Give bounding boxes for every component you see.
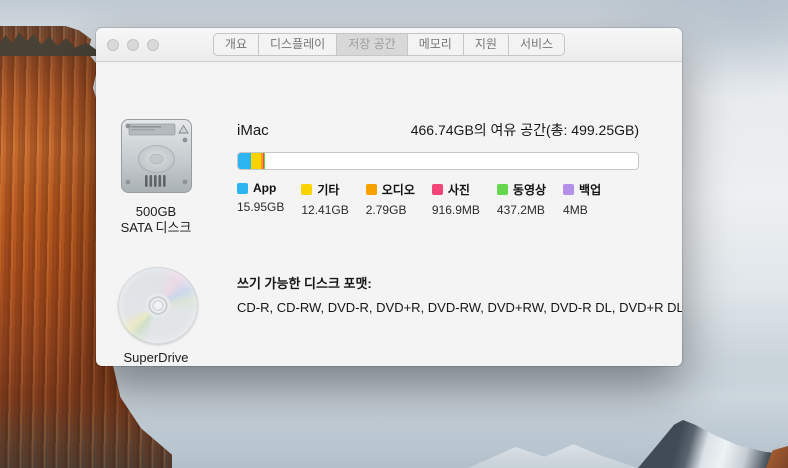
legend-value: 12.41GB (301, 203, 348, 217)
tab-0[interactable]: 개요 (214, 34, 259, 55)
superdrive-label: SuperDrive (96, 350, 216, 365)
disk-name: iMac (237, 122, 269, 139)
legend-swatch (301, 184, 312, 195)
legend-value: 2.79GB (366, 203, 415, 217)
optical-disc-icon (118, 267, 198, 344)
tab-2[interactable]: 저장 공간 (337, 34, 408, 55)
legend-swatch (366, 184, 377, 195)
legend-label: 기타 (317, 181, 339, 198)
disk-label: 500GB SATA 디스크 (96, 204, 216, 236)
storage-panel: 500GB SATA 디스크 SuperDrive iMac 466.74GB의… (96, 62, 682, 365)
tab-bar: 개요디스플레이저장 공간메모리지원서비스 (213, 33, 565, 56)
legend-item-동영상: 동영상 437.2MB (497, 181, 546, 217)
legend-value: 437.2MB (497, 203, 546, 217)
legend-swatch (497, 184, 508, 195)
storage-legend: App 15.95GB 기타 12.41GB 오디오 2.79GB 사진 916.9MB 동영상… (237, 181, 618, 217)
formats-list: CD-R, CD-RW, DVD-R, DVD+R, DVD-RW, DVD+R… (237, 300, 682, 315)
disk-details-column: iMac 466.74GB의 여유 공간(총: 499.25GB) App 15.… (237, 62, 639, 365)
legend-label: App (253, 181, 276, 195)
tab-1[interactable]: 디스플레이 (259, 34, 337, 55)
legend-label: 사진 (448, 181, 470, 198)
legend-swatch (432, 184, 443, 195)
legend-item-기타: 기타 12.41GB (301, 181, 348, 217)
legend-item-백업: 백업 4MB (563, 181, 601, 217)
about-this-mac-window: 개요디스플레이저장 공간메모리지원서비스 (96, 28, 682, 366)
tab-5[interactable]: 서비스 (509, 34, 564, 55)
disk-size-label: 500GB (96, 204, 216, 220)
zoom-button[interactable] (147, 39, 159, 51)
devices-column: 500GB SATA 디스크 SuperDrive (96, 62, 216, 365)
formats-heading: 쓰기 가능한 디스크 포맷: (237, 273, 372, 292)
free-space-text: 466.74GB의 여유 공간(총: 499.25GB) (411, 120, 639, 140)
usage-bar (237, 152, 639, 170)
legend-item-App: App 15.95GB (237, 181, 284, 217)
hard-drive-icon (120, 118, 193, 194)
legend-label: 동영상 (513, 181, 546, 198)
disk-summary-row: iMac 466.74GB의 여유 공간(총: 499.25GB) (237, 120, 639, 140)
legend-swatch (563, 184, 574, 195)
legend-swatch (237, 183, 248, 194)
legend-item-오디오: 오디오 2.79GB (366, 181, 415, 217)
traffic-lights (107, 28, 159, 62)
window-titlebar[interactable]: 개요디스플레이저장 공간메모리지원서비스 (96, 28, 682, 62)
desktop-wallpaper: 개요디스플레이저장 공간메모리지원서비스 (0, 0, 788, 468)
legend-value: 15.95GB (237, 200, 284, 214)
legend-value: 4MB (563, 203, 601, 217)
tab-3[interactable]: 메모리 (408, 34, 464, 55)
disk-type-label: SATA 디스크 (96, 220, 216, 236)
minimize-button[interactable] (127, 39, 139, 51)
legend-item-사진: 사진 916.9MB (432, 181, 480, 217)
tab-4[interactable]: 지원 (464, 34, 509, 55)
usage-bar-segment-기타 (251, 153, 261, 169)
usage-bar-segment-App (238, 153, 251, 169)
legend-label: 백업 (579, 181, 601, 198)
legend-value: 916.9MB (432, 203, 480, 217)
close-button[interactable] (107, 39, 119, 51)
legend-label: 오디오 (382, 181, 415, 198)
